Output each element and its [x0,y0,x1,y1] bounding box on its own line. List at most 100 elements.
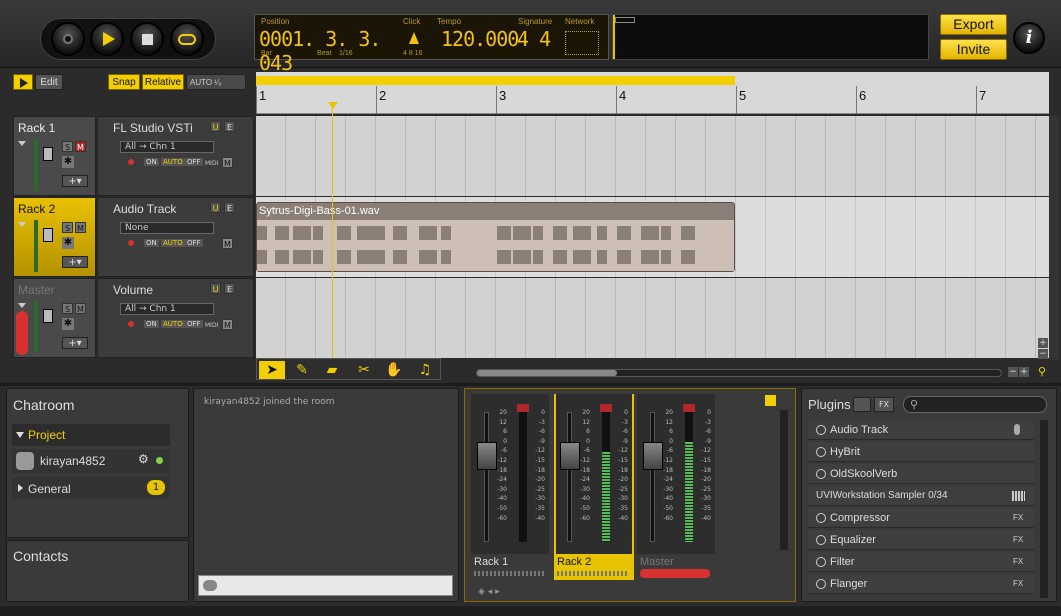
user-row[interactable]: kirayan4852 ⚙ [12,449,170,473]
clip-indicator[interactable] [683,404,695,412]
mixer-nav-icon[interactable]: ◈ ◂ ▸ [478,587,508,597]
channel-pan[interactable] [474,571,544,576]
chat-input[interactable] [198,575,453,596]
vertical-scrollbar[interactable] [1049,116,1059,360]
play-button[interactable] [90,22,124,56]
channel-name-box[interactable]: Rack 1 [471,554,549,580]
mixer-channel-strip[interactable]: 20 12 6 0 -6 -12 -18 -24 -30 -40 -50 -60 0 -3 -6 -9 -12-… [637,394,715,580]
plugin-item[interactable]: Audio Track [808,420,1034,440]
solo-button[interactable]: S [62,222,73,233]
on-button[interactable]: ON [144,320,159,328]
project-group[interactable]: Project [12,424,170,446]
magnifier-icon[interactable]: ⚲ [1035,365,1049,379]
mixer-scrollbar[interactable] [780,410,788,550]
add-device-button[interactable]: +▾ [62,175,88,187]
on-button[interactable]: ON [144,239,159,247]
solo-button[interactable]: S [62,303,73,314]
on-button[interactable]: ON [144,158,159,166]
auto-button[interactable]: AUTO [161,320,185,328]
scissors-tool-icon[interactable]: ✂ [351,361,377,379]
device-panel-rack-1[interactable]: FL Studio VSTi U E All → Chn 1 ON AUTO OFF MIDI… [97,116,254,196]
zoom-in-vertical-button[interactable]: + [1038,338,1048,348]
invite-button[interactable]: Invite [940,39,1007,60]
mixer-mute-button[interactable]: M [222,319,233,330]
mixer-channel-strip[interactable]: 20 12 6 0 -6 -12 -18 -24 -30 -40 -50 -60 0 -3 -6 -9 -12-… [554,394,634,580]
gear-icon[interactable]: ⚙ [138,452,149,466]
stop-button[interactable] [130,22,164,56]
channel-name-box[interactable]: Master [637,554,715,580]
plugin-item[interactable]: UVIWorkstation Sampler 0/34 [808,486,1034,506]
track-lane-rack-1[interactable] [256,116,1049,196]
plugin-item[interactable]: Flanger FX [808,574,1034,594]
mixer-channel-strip[interactable]: 20 12 6 0 -6 -12 -18 -24 -30 -40 -50 -60 0 -3 -6 -9 -12-… [471,394,549,580]
device-edit-button[interactable]: E [224,283,235,294]
channel-name-box[interactable]: Rack 2 [554,554,632,580]
record-button[interactable] [51,22,85,56]
position-value[interactable]: 0001. 3. 3. 043 [259,27,409,75]
signature-value[interactable]: 4 4 [517,27,551,51]
auto-button[interactable]: AUTO [161,239,185,247]
snowflake-icon[interactable]: ✱ [62,156,74,168]
clip-indicator[interactable] [600,404,612,412]
routing-select[interactable]: All → Chn 1 [120,141,214,153]
zoom-in-horizontal-button[interactable]: + [1019,367,1029,377]
channel-pan[interactable] [557,571,627,576]
edit-button[interactable]: Edit [35,74,63,90]
plugins-scrollbar[interactable] [1040,420,1048,598]
device-edit-button[interactable]: E [224,121,235,132]
playhead-marker-icon[interactable] [328,102,338,109]
loop-button[interactable] [170,22,204,56]
routing-select[interactable]: None [120,222,214,234]
snowflake-icon[interactable]: ✱ [62,237,74,249]
pencil-tool-icon[interactable]: ✎ [289,361,315,379]
track-volume-fader[interactable] [43,309,53,323]
track-header-master[interactable]: Master S M ✱ +▾ [13,278,96,358]
mute-button[interactable]: M [75,303,86,314]
plugin-item[interactable]: Filter FX [808,552,1034,572]
device-power-button[interactable]: U [210,283,221,294]
mute-button[interactable]: M [75,222,86,233]
zoom-out-vertical-button[interactable]: − [1038,349,1048,359]
plugin-search-input[interactable]: ⚲ [903,396,1047,413]
eraser-tool-icon[interactable]: ▰ [319,361,345,379]
chevron-down-icon[interactable] [18,222,26,227]
device-panel-rack-2[interactable]: Audio Track U E None ON AUTO OFF M [97,197,254,277]
mixer-expand-icon[interactable] [765,395,776,406]
off-button[interactable]: OFF [185,158,203,166]
plugin-item[interactable]: HyBrit [808,442,1034,462]
audio-clip[interactable]: Sytrus-Digi-Bass-01.wav [256,202,735,272]
record-arm-icon[interactable] [128,240,134,246]
track-volume-fader[interactable] [43,147,53,161]
metronome-icon[interactable] [409,32,419,44]
mute-button[interactable]: M [75,141,86,152]
piano-filter-icon[interactable] [853,397,871,412]
relative-button[interactable]: Relative [142,74,184,90]
fx-filter-button[interactable]: FX [874,397,894,412]
add-device-button[interactable]: +▾ [62,256,88,268]
track-volume-fader[interactable] [43,228,53,242]
track-lane-master[interactable] [256,278,1049,358]
general-group[interactable]: General 1 [12,477,170,499]
plugin-item[interactable]: Equalizer FX [808,530,1034,550]
panel-divider[interactable] [0,383,1061,386]
chevron-down-icon[interactable] [18,303,26,308]
snap-division-select[interactable]: AUTO ¹⁄₈ [186,74,246,90]
playhead[interactable] [332,102,333,362]
off-button[interactable]: OFF [185,239,203,247]
mixer-mute-button[interactable]: M [222,157,233,168]
plugin-item[interactable]: OldSkoolVerb [808,464,1034,484]
zoom-out-horizontal-button[interactable]: − [1008,367,1018,377]
export-button[interactable]: Export [940,14,1007,35]
info-button[interactable]: i [1013,22,1045,54]
record-arm-icon[interactable] [128,321,134,327]
arrange-arrow-button[interactable] [13,74,33,90]
device-power-button[interactable]: U [210,121,221,132]
loop-region[interactable] [256,76,735,85]
add-device-button[interactable]: +▾ [62,337,88,349]
horizontal-scrollbar[interactable] [476,369,1002,377]
device-edit-button[interactable]: E [224,202,235,213]
off-button[interactable]: OFF [185,320,203,328]
song-overview[interactable] [612,14,929,60]
solo-button[interactable]: S [62,141,73,152]
plugin-item[interactable]: Compressor FX [808,508,1034,528]
